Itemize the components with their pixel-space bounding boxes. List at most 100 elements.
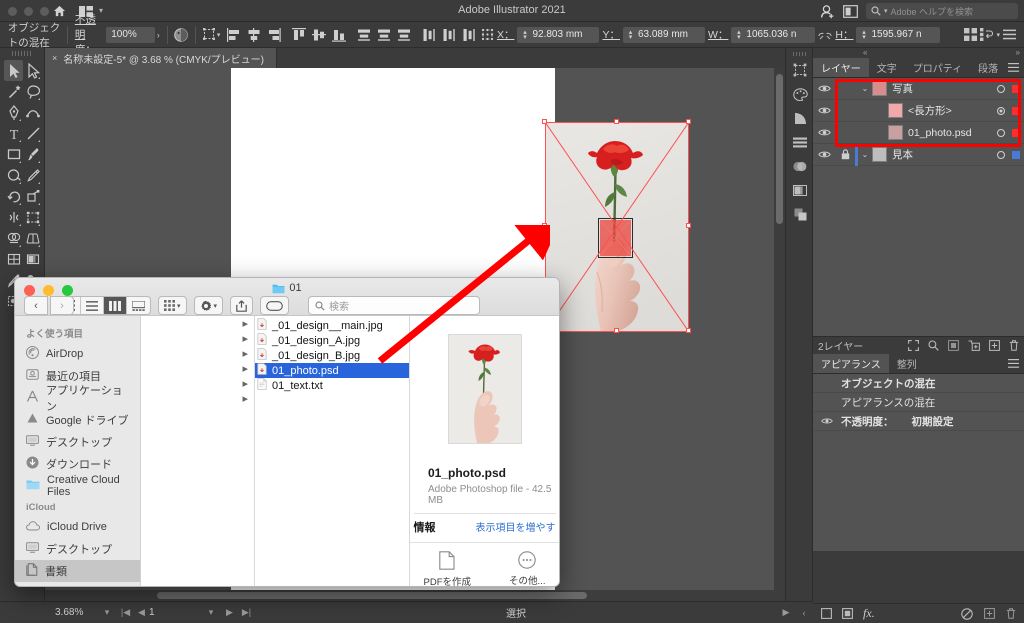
create-sublayer-icon[interactable] <box>968 340 980 351</box>
view-list[interactable] <box>81 297 104 314</box>
finder-file-list[interactable]: _01_design__main.jpg _01_design_A.jpg _01_… <box>255 316 410 586</box>
duplicate-item-icon[interactable] <box>984 608 995 619</box>
tab-appearance[interactable]: アピアランス <box>813 354 889 373</box>
magic-wand-tool[interactable] <box>4 81 23 102</box>
layer-visibility-toggle[interactable] <box>813 106 835 115</box>
zoom-dropdown-icon[interactable]: ▾ <box>97 607 117 618</box>
align-horizontal-center-icon[interactable] <box>246 27 262 43</box>
distribute-bottom-icon[interactable] <box>396 27 412 43</box>
w-stepper-icon[interactable]: ▴ ▾ <box>735 29 742 41</box>
add-new-stroke-icon[interactable] <box>821 608 832 619</box>
user-account-icon[interactable] <box>820 4 835 19</box>
y-input[interactable]: ▴ ▾ 63.089 mm <box>622 26 705 43</box>
transform-icon[interactable] <box>202 27 216 43</box>
stroke-panel-icon[interactable] <box>786 178 814 202</box>
share-button[interactable] <box>230 296 254 315</box>
create-new-layer-icon[interactable] <box>989 340 1000 351</box>
appearance-visibility-toggle[interactable] <box>813 417 841 425</box>
document-tab[interactable]: × 名称未設定-5* @ 3.68 % (CMYK/プレビュー) <box>45 48 277 68</box>
forward-icon[interactable]: › <box>50 296 74 315</box>
selection-handle-mr[interactable] <box>686 223 691 228</box>
rectangle-tool[interactable] <box>4 144 23 165</box>
gradient-panel-icon[interactable] <box>786 154 814 178</box>
layer-row[interactable]: <長方形> <box>813 100 1024 122</box>
selection-handle-br[interactable] <box>686 328 691 333</box>
shaper-tool[interactable] <box>4 165 23 186</box>
chevron-down-icon[interactable]: ▾ <box>996 31 1000 39</box>
group-by-button[interactable]: ▾ <box>158 296 187 315</box>
delete-selection-icon[interactable] <box>1009 340 1019 351</box>
placed-photo-object[interactable] <box>542 119 691 333</box>
direct-selection-tool[interactable] <box>23 60 42 81</box>
sidebar-item-google-ドライブ[interactable]: Google ドライブ <box>15 409 140 431</box>
layer-target-indicator[interactable] <box>997 150 1005 159</box>
layer-visibility-toggle[interactable] <box>813 128 835 137</box>
screen-mode-icon[interactable] <box>843 4 858 18</box>
type-tool[interactable]: T <box>4 123 23 144</box>
chevron-down-icon[interactable]: ▾ <box>217 31 221 39</box>
sidebar-item-デスクトップ[interactable]: デスクトップ <box>15 538 140 560</box>
layer-row[interactable]: ⌄ 見本 <box>813 143 1024 166</box>
add-new-effect-icon[interactable]: fx. <box>863 606 875 621</box>
next-artboard-icon[interactable]: ▶ <box>221 607 238 618</box>
scrollbar-thumb[interactable] <box>776 74 783 224</box>
lasso-tool[interactable] <box>23 81 42 102</box>
make-clipping-mask-icon[interactable] <box>948 340 959 351</box>
h-stepper-icon[interactable]: ▴ ▾ <box>860 29 867 41</box>
selection-handle-bc[interactable] <box>614 328 619 333</box>
expand-panels-icon[interactable]: » <box>1016 48 1020 57</box>
scrollbar-thumb[interactable] <box>157 592 587 599</box>
distribute-horizontal-center-icon[interactable] <box>441 27 457 43</box>
layer-disclosure-triangle[interactable]: ⌄ <box>858 84 872 93</box>
w-input[interactable]: ▴ ▾ 1065.036 n <box>731 26 816 43</box>
resize-grip-icon[interactable]: ‹ <box>795 608 813 618</box>
create-pdf-action[interactable]: PDFを作成 <box>424 551 471 586</box>
sidebar-item-icloud-drive[interactable]: iCloud Drive <box>15 516 140 538</box>
file-list-item[interactable]: 01_photo.psd <box>255 363 409 378</box>
x-stepper-icon[interactable]: ▴ ▾ <box>521 29 528 41</box>
tab-character[interactable]: 文字 <box>869 58 905 77</box>
finder-column-parent[interactable]: ▸ ▸ ▸ ▸ ▸ ▸ <box>141 316 255 586</box>
canvas-horizontal-scrollbar[interactable] <box>45 590 785 601</box>
color-guide-icon[interactable] <box>786 106 814 130</box>
layer-target-indicator[interactable] <box>997 106 1005 115</box>
align-bottom-icon[interactable] <box>331 27 347 43</box>
align-vertical-center-icon[interactable] <box>311 27 327 43</box>
arrange-objects-icon[interactable] <box>964 28 978 41</box>
canvas-vertical-scrollbar[interactable] <box>774 68 785 601</box>
layers-list[interactable]: ⌄ 写真 <長方形> 01_photo.psd ⌄ 見本 <box>813 78 1024 166</box>
file-list-item[interactable]: _01_design__main.jpg <box>255 318 409 333</box>
view-gallery[interactable] <box>127 297 150 314</box>
dock-grip[interactable] <box>793 52 807 56</box>
tab-align[interactable]: 整列 <box>889 354 925 373</box>
curvature-tool[interactable] <box>23 102 42 123</box>
h-input[interactable]: ▴ ▾ 1595.967 n <box>856 26 941 43</box>
appearance-list[interactable]: オブジェクトの混在 アピアランスの混在 不透明度： 初期設定 <box>813 374 1024 431</box>
layer-lock-toggle[interactable] <box>835 149 855 160</box>
close-tab-icon[interactable]: × <box>52 53 57 63</box>
finder-search-input[interactable]: 検索 <box>308 296 481 315</box>
sidebar-item-アプリケーション[interactable]: アプリケーション <box>15 385 140 413</box>
panel-menu-icon[interactable] <box>1008 63 1019 72</box>
locate-object-icon[interactable] <box>908 340 919 351</box>
layer-visibility-toggle[interactable] <box>813 84 835 93</box>
clear-appearance-icon[interactable] <box>961 607 973 620</box>
selection-handle-tr[interactable] <box>686 119 691 124</box>
appearance-row[interactable]: 不透明度： 初期設定 <box>813 412 1024 431</box>
layer-row[interactable]: ⌄ 写真 <box>813 78 1024 100</box>
anchor-point-icon[interactable] <box>481 28 494 41</box>
column-disclosure-row[interactable]: ▸ <box>141 391 254 406</box>
layers-empty-area[interactable] <box>813 166 1024 336</box>
sidebar-item-書類[interactable]: 書類 <box>15 560 140 582</box>
line-segment-tool[interactable] <box>23 123 42 144</box>
selection-handle-tc[interactable] <box>614 119 619 124</box>
distribute-vertical-center-icon[interactable] <box>376 27 392 43</box>
layer-row[interactable]: 01_photo.psd <box>813 122 1024 144</box>
pen-tool[interactable] <box>4 102 23 123</box>
layer-visibility-toggle[interactable] <box>813 150 835 159</box>
more-actions-action[interactable]: その他... <box>509 551 545 586</box>
layer-target-indicator[interactable] <box>997 84 1005 93</box>
file-list-item[interactable]: _01_design_A.jpg <box>255 333 409 348</box>
align-top-icon[interactable] <box>291 27 307 43</box>
gradient-tool[interactable] <box>23 249 42 270</box>
